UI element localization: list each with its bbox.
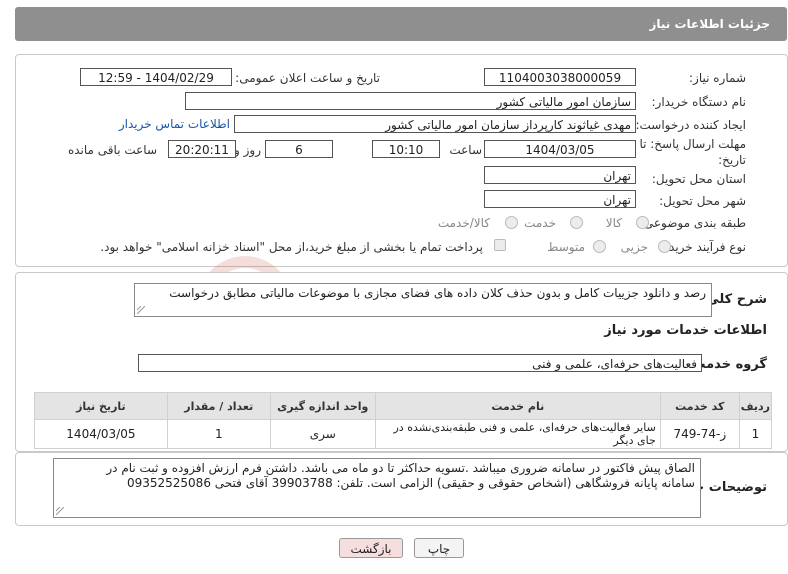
province-label: استان محل تحویل:: [651, 172, 746, 186]
services-table-header: ردیف کد خدمت نام خدمت واحد اندازه گیری ت…: [34, 392, 773, 420]
row-qty: 1: [166, 419, 271, 449]
row-index: 1: [738, 419, 773, 449]
need-number-field: 1104003038000059: [484, 68, 636, 86]
col-date: تاریخ نیاز: [34, 392, 168, 420]
page-title: جزئیات اطلاعات نیاز: [649, 17, 770, 31]
buyer-notes-line2: سامانه پایانه فروشگاهی (اشخاص حقوقی و حق…: [126, 476, 695, 490]
city-field: تهران: [484, 190, 636, 208]
announce-label: تاریخ و ساعت اعلان عمومی:: [235, 71, 380, 85]
treasury-checkbox[interactable]: [494, 239, 506, 251]
category-radio-service[interactable]: [570, 216, 583, 229]
services-section-title: اطلاعات خدمات مورد نیاز: [604, 323, 767, 338]
col-name: نام خدمت: [374, 392, 661, 420]
category-radio-goods[interactable]: [636, 216, 649, 229]
row-name: سایر فعالیت‌های حرفه‌ای، علمی و فنی طبقه…: [374, 419, 661, 449]
process-option-minor: جزیی: [620, 240, 648, 254]
table-row: 1 ز-74-749 سایر فعالیت‌های حرفه‌ای، علمی…: [34, 419, 773, 449]
province-field: تهران: [484, 166, 636, 184]
resize-grip-icon[interactable]: [137, 306, 145, 314]
col-index: ردیف: [738, 392, 773, 420]
deadline-time-field: 10:10: [372, 140, 440, 158]
treasury-payment-note: پرداخت تمام یا بخشی از مبلغ خرید،از محل …: [100, 240, 483, 254]
category-option-goods-service: کالا/خدمت: [437, 216, 490, 230]
category-label: طبقه بندی موضوعی:: [639, 216, 746, 230]
page-header: جزئیات اطلاعات نیاز: [15, 7, 787, 41]
deadline-label-line2: تاریخ:: [718, 153, 746, 167]
announce-datetime-field: 1404/02/29 - 12:59: [80, 68, 232, 86]
category-radio-goods-service[interactable]: [505, 216, 518, 229]
service-group-field: فعالیت‌های حرفه‌ای، علمی و فنی: [138, 354, 702, 372]
col-unit: واحد اندازه گیری: [269, 392, 376, 420]
buyer-notes-line1: الصاق پیش فاکتور در سامانه ضروری میباشد …: [106, 461, 695, 475]
process-radio-minor[interactable]: [658, 240, 671, 253]
remaining-time-label: ساعت باقی مانده: [67, 143, 157, 157]
row-unit: سری: [269, 419, 376, 449]
creator-field: مهدی غیاثوند کارپرداز سازمان امور مالیات…: [234, 115, 636, 133]
buyer-org-field: سازمان امور مالیاتی کشور: [185, 92, 636, 110]
col-code: کد خدمت: [659, 392, 740, 420]
deadline-date-field: 1404/03/05: [484, 140, 636, 158]
process-option-medium: متوسط: [547, 240, 585, 254]
buyer-org-label: نام دستگاه خریدار:: [651, 95, 747, 109]
category-option-goods: کالا: [605, 216, 622, 230]
process-radio-medium[interactable]: [593, 240, 606, 253]
resize-grip-icon[interactable]: [56, 507, 64, 515]
remaining-time-field: 20:20:11: [168, 140, 236, 158]
deadline-time-label: ساعت: [449, 143, 482, 157]
creator-label: ایجاد کننده درخواست:: [635, 118, 746, 132]
buyer-notes-textarea[interactable]: الصاق پیش فاکتور در سامانه ضروری میباشد …: [53, 458, 701, 518]
col-qty: تعداد / مقدار: [166, 392, 271, 420]
days-label: روز و: [234, 143, 261, 157]
row-date: 1404/03/05: [34, 419, 168, 449]
back-button[interactable]: بازگشت: [339, 538, 403, 558]
city-label: شهر محل تحویل:: [659, 194, 746, 208]
row-code: ز-74-749: [659, 419, 740, 449]
process-label: نوع فرآیند خرید :: [661, 240, 746, 254]
need-number-label: شماره نیاز:: [689, 71, 746, 85]
category-option-service: خدمت: [524, 216, 556, 230]
description-textarea[interactable]: رصد و دانلود جزییات کامل و بدون حذف کلان…: [134, 283, 712, 317]
description-text: رصد و دانلود جزییات کامل و بدون حذف کلان…: [169, 286, 706, 300]
buyer-contact-link[interactable]: اطلاعات تماس خریدار: [119, 117, 230, 131]
deadline-label-line1: مهلت ارسال پاسخ: تا: [639, 137, 746, 151]
print-button[interactable]: چاپ: [414, 538, 464, 558]
services-table: ردیف کد خدمت نام خدمت واحد اندازه گیری ت…: [34, 392, 773, 449]
remaining-days-field: 6: [265, 140, 333, 158]
